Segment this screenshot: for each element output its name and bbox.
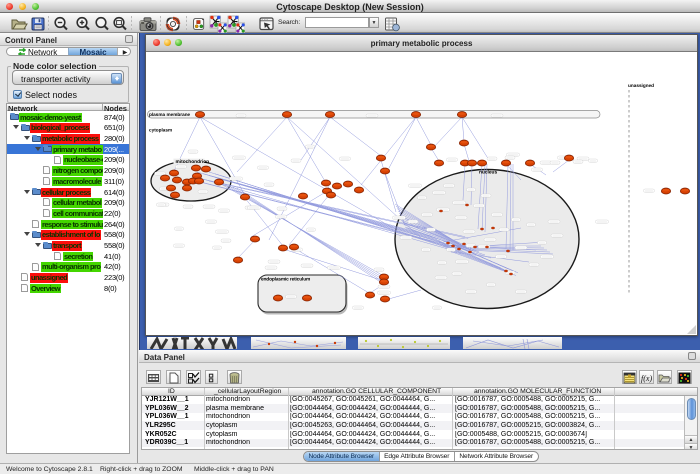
svg-text:plasma membrane: plasma membrane xyxy=(149,112,191,117)
svg-text:cytoplasm: cytoplasm xyxy=(149,128,172,133)
svg-text:unassigned: unassigned xyxy=(628,83,654,88)
svg-text:f(x): f(x) xyxy=(641,374,652,383)
svg-text:mitochondrion: mitochondrion xyxy=(176,159,210,165)
svg-text:nucleus: nucleus xyxy=(479,170,497,176)
svg-text:endoplasmic reticulum: endoplasmic reticulum xyxy=(261,277,310,283)
